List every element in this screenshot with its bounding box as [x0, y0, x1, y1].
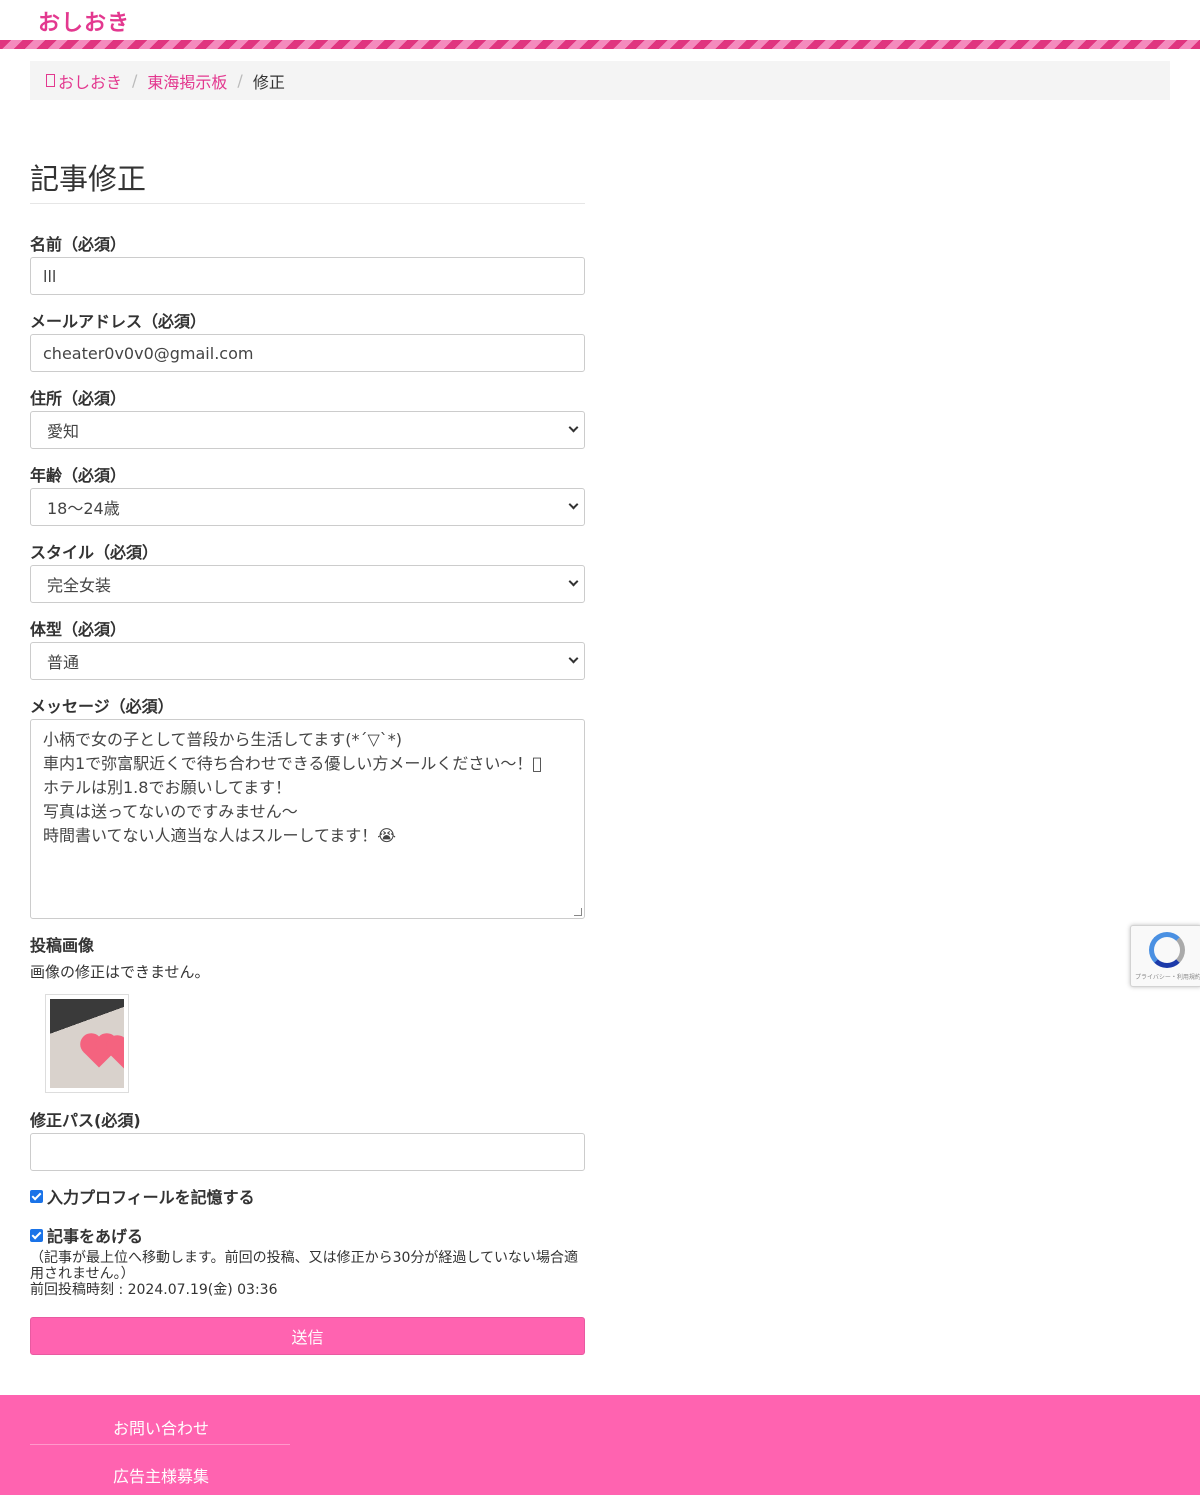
address-select[interactable]: 愛知 [30, 411, 585, 449]
bump-post-label: 記事をあげる [47, 1227, 144, 1246]
bump-note-line2: 用されません。） [30, 1266, 135, 1282]
site-logo[interactable]: おしおき [38, 5, 130, 37]
submit-button[interactable]: 送信 [30, 1317, 585, 1355]
bump-post-row[interactable]: 記事をあげる [30, 1223, 143, 1247]
breadcrumb: おしおき / 東海掲示板 / 修正 [30, 61, 1170, 100]
page-title: 記事修正 [30, 162, 147, 196]
remember-profile-checkbox[interactable] [30, 1189, 43, 1203]
breadcrumb-home-link[interactable]: おしおき [58, 69, 122, 93]
header-stripe [0, 40, 1200, 49]
age-value: 18〜24歳 [47, 499, 120, 518]
chevron-down-icon [568, 499, 579, 510]
email-value: cheater0v0v0@gmail.com [43, 343, 254, 363]
message-line: 小柄で女の子として普段から生活してます(*´▽`*) [43, 730, 403, 749]
bump-note-line1: （記事が最上位へ移動します。前回の投稿、又は修正から30分が経過していない場合適 [30, 1250, 578, 1266]
footer-divider [30, 1444, 290, 1445]
site-footer: お問い合わせ 広告主様募集 [0, 1395, 1200, 1495]
edit-pass-input[interactable] [30, 1133, 585, 1171]
recaptcha-icon [1149, 932, 1185, 968]
message-line: 車内1で弥富駅近くで待ち合わせできる優しい方メールください〜！􀀀 [43, 754, 542, 773]
post-image-thumbnail [45, 994, 129, 1093]
name-label: 名前（必須） [30, 235, 127, 254]
footer-link-contact[interactable]: お問い合わせ [113, 1415, 209, 1439]
address-label: 住所（必須） [30, 389, 127, 408]
message-textarea[interactable]: 小柄で女の子として普段から生活してます(*´▽`*) 車内1で弥富駅近くで待ち合… [30, 719, 585, 919]
body-type-value: 普通 [47, 653, 80, 672]
heart-sticker-icon [109, 1038, 124, 1070]
message-label: メッセージ（必須） [30, 697, 174, 716]
chevron-down-icon [568, 576, 579, 587]
chevron-down-icon [568, 653, 579, 664]
message-line: 写真は送ってないのですみません〜 [43, 802, 298, 821]
message-line: ホテルは別1.8でお願いしてます！ [43, 778, 292, 797]
body-type-select[interactable]: 普通 [30, 642, 585, 680]
name-value: lll [43, 266, 57, 286]
breadcrumb-separator: / [132, 71, 138, 90]
breadcrumb-separator: / [237, 71, 243, 90]
title-divider [30, 203, 585, 204]
style-select[interactable]: 完全女装 [30, 565, 585, 603]
home-icon [46, 74, 55, 87]
style-label: スタイル（必須） [30, 543, 159, 562]
site-header: おしおき [0, 0, 1200, 40]
age-label: 年齢（必須） [30, 466, 127, 485]
message-line: 時間書いてない人適当な人はスルーしてます！😭 [43, 826, 396, 845]
style-value: 完全女装 [47, 576, 112, 595]
recaptcha-badge[interactable]: プライバシー・利用規約 [1130, 925, 1200, 987]
post-image [50, 999, 124, 1088]
image-note: 画像の修正はできません。 [30, 963, 210, 981]
address-value: 愛知 [47, 422, 80, 441]
chevron-down-icon [568, 422, 579, 433]
image-label: 投稿画像 [30, 936, 95, 955]
name-input[interactable]: lll [30, 257, 585, 295]
remember-profile-row[interactable]: 入力プロフィールを記憶する [30, 1184, 255, 1208]
footer-link-advertise[interactable]: 広告主様募集 [113, 1463, 209, 1487]
breadcrumb-board-link[interactable]: 東海掲示板 [147, 69, 227, 93]
body-type-label: 体型（必須） [30, 620, 127, 639]
edit-pass-label: 修正パス(必須) [30, 1111, 141, 1130]
remember-profile-label: 入力プロフィールを記憶する [47, 1188, 255, 1207]
bump-post-checkbox[interactable] [30, 1228, 43, 1242]
email-label: メールアドレス（必須） [30, 312, 207, 331]
recaptcha-terms[interactable]: プライバシー・利用規約 [1135, 972, 1200, 981]
email-input[interactable]: cheater0v0v0@gmail.com [30, 334, 585, 372]
resize-handle-icon[interactable] [574, 908, 582, 916]
age-select[interactable]: 18〜24歳 [30, 488, 585, 526]
breadcrumb-current: 修正 [252, 72, 285, 92]
last-post-time: 前回投稿時刻 : 2024.07.19(金) 03:36 [30, 1282, 278, 1298]
